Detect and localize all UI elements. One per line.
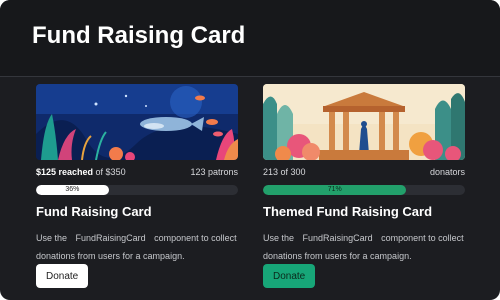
app-frame: Fund Raising Card $125 reached of $350 1… bbox=[0, 0, 500, 300]
ocean-banner-image bbox=[36, 84, 238, 160]
fundraising-card: $125 reached of $350 123 patrons 36% Fun… bbox=[36, 84, 238, 288]
patrons-count: 123 patrons bbox=[190, 167, 238, 177]
donate-button[interactable]: Donate bbox=[36, 264, 88, 288]
themed-fundraising-card: 213 of 300 donators 71% Themed Fund Rais… bbox=[263, 84, 465, 288]
card-title: Themed Fund Raising Card bbox=[263, 204, 433, 219]
progress-bar: 36% bbox=[36, 185, 238, 195]
temple-banner-image bbox=[263, 84, 465, 160]
card-title: Fund Raising Card bbox=[36, 204, 152, 219]
progress-fill: 71% bbox=[263, 185, 407, 195]
component-name: FundRaisingCard bbox=[302, 233, 373, 243]
donators-label: donators bbox=[429, 167, 465, 177]
card-description: Use the FundRaisingCard component to col… bbox=[263, 229, 478, 265]
campaign-stats: $125 reached of $350 123 patrons bbox=[36, 167, 238, 181]
page-header: Fund Raising Card bbox=[0, 0, 500, 77]
card-description: Use the FundRaisingCard component to col… bbox=[36, 229, 251, 265]
progress-label: 71% bbox=[327, 186, 342, 193]
progress-fill: 36% bbox=[36, 185, 109, 195]
campaign-stats: 213 of 300 donators bbox=[263, 167, 465, 181]
component-name: FundRaisingCard bbox=[75, 233, 146, 243]
donate-button[interactable]: Donate bbox=[263, 264, 315, 288]
goal-amount: of $350 bbox=[93, 167, 126, 177]
progress-bar: 71% bbox=[263, 185, 465, 195]
progress-label: 36% bbox=[65, 186, 80, 193]
desc-text: Use the bbox=[263, 233, 295, 243]
page-title: Fund Raising Card bbox=[32, 22, 246, 49]
amount-reached: $125 reached bbox=[36, 167, 94, 177]
desc-text: Use the bbox=[36, 233, 68, 243]
donation-progress-text: 213 of 300 bbox=[263, 167, 306, 177]
